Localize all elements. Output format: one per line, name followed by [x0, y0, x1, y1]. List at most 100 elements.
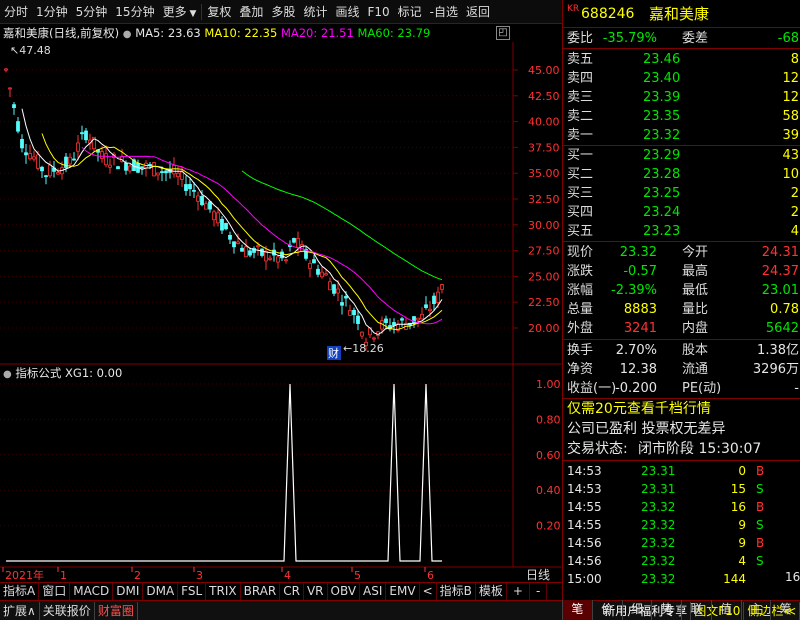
tab-chips[interactable]: 筹: [770, 600, 800, 620]
more-periods-button[interactable]: 更多 ▼: [159, 1, 201, 23]
xg1-line: [6, 383, 442, 562]
bid-row[interactable]: 买三 23.25 2: [563, 184, 800, 203]
indicator-title[interactable]: 指标公式: [15, 366, 61, 380]
indicator-tab[interactable]: EMV: [386, 583, 420, 600]
promo-row[interactable]: 仅需20元查看千档行情: [563, 400, 800, 419]
ma-legend: 嘉和美康(日线,前复权) ● MA5: 23.63 MA10: 22.35 MA…: [0, 24, 512, 42]
statistics-button[interactable]: 统计: [299, 1, 331, 23]
ask-row[interactable]: 卖三 23.39 12: [563, 88, 800, 107]
indicator-tab[interactable]: ASI: [360, 583, 387, 600]
indicator-tab[interactable]: 指标A: [0, 583, 40, 600]
ask-row[interactable]: 卖一 23.32 39: [563, 126, 800, 145]
ask-label: 卖一: [567, 128, 594, 143]
ask-row[interactable]: 卖四 23.40 12: [563, 69, 800, 88]
scroll-left-button[interactable]: <: [420, 583, 437, 600]
tab-15min[interactable]: 15分钟: [111, 1, 158, 23]
tick-row: 15:00 23.32 144: [563, 570, 800, 588]
candle-body: [200, 195, 204, 206]
tick-side: S: [756, 518, 764, 532]
tab-related[interactable]: 联: [681, 600, 711, 620]
candle-body: [340, 302, 344, 306]
fundamental-value: -: [794, 381, 799, 396]
mark-button[interactable]: 标记: [394, 1, 426, 23]
add-button[interactable]: +: [507, 583, 530, 600]
tick-time: 15:00: [567, 572, 602, 586]
expand-chart-icon[interactable]: ◰: [496, 26, 510, 40]
candle-body: [336, 288, 340, 294]
bid-row[interactable]: 买一 23.29 43: [563, 146, 800, 165]
tab-1min[interactable]: 1分钟: [32, 1, 72, 23]
adjust-button[interactable]: 复权: [203, 1, 235, 23]
tick-price: 23.32: [641, 518, 676, 532]
indicator-value: XG1: 0.00: [65, 366, 123, 380]
indicator-tab[interactable]: 指标B: [437, 583, 476, 600]
related-quotes-button[interactable]: 关联报价: [40, 601, 95, 620]
bid-row[interactable]: 买五 23.23 4: [563, 222, 800, 241]
wealth-circle-button[interactable]: 财富圈: [95, 601, 138, 620]
tab-minute[interactable]: 分时: [0, 1, 32, 23]
settings-circle-icon[interactable]: ●: [3, 369, 12, 380]
tab-5min[interactable]: 5分钟: [72, 1, 112, 23]
template-tab[interactable]: 模板: [476, 583, 507, 600]
fundamental-value: 3296万: [752, 362, 799, 377]
candle-body: [164, 170, 168, 174]
price-axis-label: 42.50: [528, 90, 560, 103]
indicator-axis-label: 0.40: [536, 484, 561, 497]
tab-main[interactable]: 主: [740, 600, 771, 620]
back-button[interactable]: 返回: [462, 1, 494, 23]
indicator-axis-label: 0.80: [536, 413, 561, 426]
candle-body: [180, 171, 184, 180]
bid-label: 买三: [567, 186, 594, 201]
indicator-tab[interactable]: VR: [304, 583, 328, 600]
promo-link[interactable]: 仅需20元查看千档行情: [567, 400, 711, 419]
candle-body: [196, 195, 200, 202]
tab-price[interactable]: 价: [591, 600, 622, 620]
period-label[interactable]: 日线: [526, 568, 550, 582]
ask-row[interactable]: 卖二 23.35 58: [563, 107, 800, 126]
indicator-tab[interactable]: DMA: [143, 583, 179, 600]
quote-panel: KR 688246 嘉和美康 委比 -35.79% 委差 -68 卖五 23.46…: [562, 0, 800, 600]
candle-body: [212, 211, 216, 221]
fundamental-label: 收益(一): [567, 381, 617, 396]
indicator-tab[interactable]: DMI: [113, 583, 144, 600]
time-axis-label: 6: [427, 569, 434, 582]
tick-price: 23.32: [641, 500, 676, 514]
kline-chart[interactable]: 45.00 42.50 40.00 37.50 35.00 32.50 30.00 27.50…: [0, 42, 562, 582]
bid-row[interactable]: 买四 23.24 2: [563, 203, 800, 222]
tick-page-number[interactable]: 16: [785, 570, 800, 584]
time-axis-label: 5: [354, 569, 361, 582]
candle-body: [36, 154, 40, 169]
tab-trades[interactable]: 笔: [562, 600, 592, 620]
candle-body: [48, 164, 52, 177]
fundamental-row: 净资 12.38 流通 3296万: [563, 360, 800, 379]
expand-button[interactable]: 扩展∧: [0, 601, 40, 620]
indicator-tab[interactable]: OBV: [328, 583, 361, 600]
stat-label: 今开: [682, 245, 709, 260]
candle-body: [84, 130, 88, 141]
stat-value: -0.57: [623, 264, 657, 279]
tick-side: S: [756, 482, 764, 496]
stat-label: 外盘: [567, 321, 594, 336]
indicator-tab[interactable]: MACD: [70, 583, 114, 600]
overlay-button[interactable]: 叠加: [235, 1, 267, 23]
tick-time: 14:55: [567, 500, 602, 514]
draw-line-button[interactable]: 画线: [331, 1, 363, 23]
indicator-tab[interactable]: CR: [280, 583, 304, 600]
tab-detail[interactable]: 细: [621, 600, 652, 620]
indicator-tab[interactable]: 窗口: [39, 583, 71, 600]
bid-row[interactable]: 买二 23.28 10: [563, 165, 800, 184]
indicator-axis-label: 1.00: [536, 378, 561, 391]
price-axis-label: 30.00: [528, 219, 560, 232]
tab-value[interactable]: 值: [710, 600, 741, 620]
remove-button[interactable]: -: [530, 583, 548, 600]
candle-body: [428, 308, 432, 312]
indicator-tab[interactable]: TRIX: [206, 583, 241, 600]
watchlist-button[interactable]: -自选: [426, 1, 462, 23]
settings-circle-icon[interactable]: ●: [123, 29, 132, 40]
tab-trend[interactable]: 势: [651, 600, 681, 620]
indicator-tab[interactable]: FSL: [178, 583, 207, 600]
indicator-tab[interactable]: BRAR: [241, 583, 281, 600]
ask-row[interactable]: 卖五 23.46 8: [563, 50, 800, 69]
f10-button[interactable]: F10: [363, 1, 393, 23]
multi-stock-button[interactable]: 多股: [267, 1, 299, 23]
